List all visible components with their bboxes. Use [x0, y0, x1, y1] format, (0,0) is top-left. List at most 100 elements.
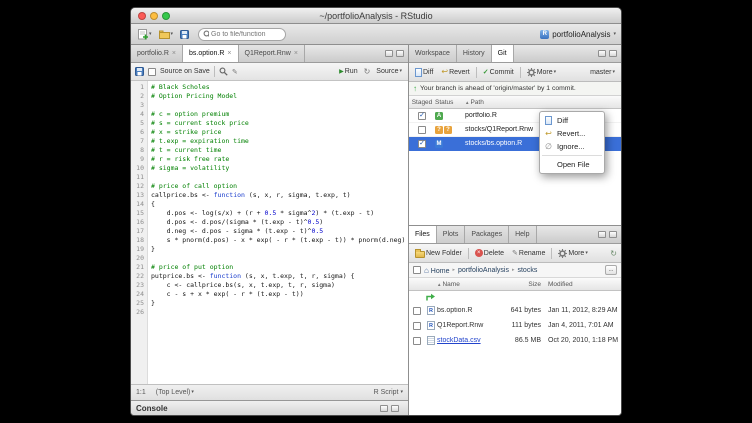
minimize-pane-icon[interactable]: [598, 50, 606, 57]
file-name[interactable]: stockData.csv: [437, 337, 497, 344]
code-editor[interactable]: 1234567891011121314151617181920212223242…: [131, 81, 408, 384]
close-window-button[interactable]: [138, 12, 146, 20]
status-column-header[interactable]: Status: [435, 99, 465, 106]
menu-item-diff[interactable]: Diff: [540, 114, 604, 127]
name-column-header[interactable]: ▲ Name: [437, 281, 497, 288]
chevron-down-icon: ▾: [191, 390, 194, 395]
tab-packages[interactable]: Packages: [465, 226, 509, 243]
breadcrumb-more-button[interactable]: ...: [605, 265, 617, 275]
file-row-stockdata-csv[interactable]: stockData.csv86.5 MBOct 20, 2010, 1:18 P…: [409, 333, 621, 348]
find-replace-icon[interactable]: [219, 67, 228, 76]
file-icon-cell: [425, 336, 437, 345]
file-name[interactable]: bs.option.R: [437, 307, 497, 314]
revert-button[interactable]: ↩ Revert: [439, 65, 471, 80]
file-checkbox-cell: [409, 322, 425, 330]
modified-column-header[interactable]: Modified: [543, 281, 621, 288]
rename-label: Rename: [519, 250, 545, 257]
line-number: 20: [131, 254, 144, 263]
files-list: Rbs.option.R641 bytesJan 11, 2012, 8:29 …: [409, 291, 621, 415]
close-icon[interactable]: ×: [172, 50, 176, 57]
breadcrumb-stocks[interactable]: stocks: [517, 267, 537, 274]
save-button[interactable]: [178, 27, 191, 42]
size-column-header[interactable]: Size: [497, 281, 543, 288]
tab-help[interactable]: Help: [509, 226, 536, 243]
run-button[interactable]: ▶ Run: [337, 64, 359, 79]
close-icon[interactable]: ×: [294, 50, 298, 57]
r-file-icon: R: [427, 306, 435, 315]
tab-files[interactable]: Files: [409, 226, 437, 243]
parent-directory-row[interactable]: [409, 291, 621, 303]
menu-item-ignore[interactable]: ∅Ignore...: [540, 140, 604, 153]
open-file-button[interactable]: ▾: [157, 27, 176, 42]
staged-column-header[interactable]: Staged: [409, 99, 435, 106]
save-icon[interactable]: [135, 67, 144, 76]
goto-file-box[interactable]: [198, 28, 286, 41]
line-number: 13: [131, 191, 144, 200]
goto-file-input[interactable]: [211, 31, 281, 38]
staged-checkbox[interactable]: [418, 112, 426, 120]
zoom-window-button[interactable]: [162, 12, 170, 20]
tab-label: Plots: [443, 231, 459, 238]
menu-item-open-file[interactable]: Open File: [540, 158, 604, 171]
r-file-icon: R: [427, 321, 435, 330]
editor-tab-q1report-rnw[interactable]: Q1Report.Rnw×: [239, 45, 305, 62]
breadcrumb-home[interactable]: ⌂ Home: [424, 266, 449, 275]
minimize-pane-icon[interactable]: [380, 405, 388, 412]
close-icon[interactable]: ×: [227, 50, 231, 57]
window-titlebar[interactable]: ~/portfolioAnalysis - RStudio: [131, 8, 621, 24]
maximize-pane-icon[interactable]: [396, 50, 404, 57]
status-cell: ??: [435, 126, 465, 134]
rename-button[interactable]: ✎ Rename: [510, 246, 547, 261]
rerun-icon[interactable]: ↻: [364, 67, 371, 76]
editor-toolbar: Source on Save ✎ ▶ Run ↻ Source ▾: [131, 63, 408, 81]
maximize-pane-icon[interactable]: [609, 231, 617, 238]
diff-button[interactable]: Diff: [413, 65, 435, 80]
editor-tab-portfolio-r[interactable]: portfolio.R×: [131, 45, 183, 62]
source-on-save-checkbox[interactable]: [148, 68, 156, 76]
minimize-window-button[interactable]: [150, 12, 158, 20]
tab-git[interactable]: Git: [492, 45, 514, 62]
minimize-pane-icon[interactable]: [598, 231, 606, 238]
source-button[interactable]: Source ▾: [374, 64, 404, 79]
code-content[interactable]: # Black Scholes# Option Pricing Model# c…: [148, 81, 408, 384]
commit-button[interactable]: ✓ Commit: [481, 65, 516, 80]
menu-item-revert[interactable]: ↩Revert...: [540, 127, 604, 140]
open-folder-icon: [159, 30, 170, 39]
select-all-checkbox[interactable]: [413, 266, 421, 274]
file-checkbox[interactable]: [413, 322, 421, 330]
branch-selector[interactable]: master ▾: [588, 65, 617, 80]
tab-plots[interactable]: Plots: [437, 226, 466, 243]
editor-tab-bs-option-r[interactable]: bs.option.R×: [183, 45, 239, 62]
staged-checkbox[interactable]: [418, 140, 426, 148]
tab-history[interactable]: History: [457, 45, 492, 62]
delete-button[interactable]: × Delete: [473, 246, 506, 261]
pane-controls: [594, 45, 621, 62]
rstudio-window: ~/portfolioAnalysis - RStudio ▾ ▾ R port…: [130, 7, 622, 416]
tab-workspace[interactable]: Workspace: [409, 45, 457, 62]
new-file-button[interactable]: ▾: [136, 27, 154, 42]
path-column-header[interactable]: ▲ Path: [465, 99, 621, 106]
refresh-icon[interactable]: ↻: [610, 249, 617, 258]
source-on-save-label: Source on Save: [160, 68, 210, 75]
project-selector[interactable]: R portfolioAnalysis ▾: [540, 30, 616, 39]
more-button[interactable]: More ▾: [525, 65, 558, 80]
new-folder-button[interactable]: New Folder: [413, 246, 464, 261]
file-checkbox[interactable]: [413, 307, 421, 315]
file-type-selector[interactable]: R Script ▾: [374, 389, 403, 396]
file-row-q1report-rnw[interactable]: RQ1Report.Rnw111 bytesJan 4, 2011, 7:01 …: [409, 318, 621, 333]
scope-selector[interactable]: (Top Level) ▾: [154, 385, 196, 400]
minimize-pane-icon[interactable]: [385, 50, 393, 57]
toolbar-separator: [476, 67, 477, 78]
file-row-bs-option-r[interactable]: Rbs.option.R641 bytesJan 11, 2012, 8:29 …: [409, 303, 621, 318]
git-status-info: ↑ Your branch is ahead of 'origin/master…: [409, 82, 621, 96]
file-checkbox[interactable]: [413, 337, 421, 345]
up-directory-icon[interactable]: [425, 293, 437, 301]
maximize-pane-icon[interactable]: [391, 405, 399, 412]
maximize-pane-icon[interactable]: [609, 50, 617, 57]
staged-checkbox[interactable]: [418, 126, 426, 134]
file-name[interactable]: Q1Report.Rnw: [437, 322, 497, 329]
files-more-button[interactable]: More ▾: [556, 246, 589, 261]
code-tools-icon[interactable]: ✎: [232, 68, 238, 76]
console-pane-header[interactable]: Console: [131, 400, 408, 415]
breadcrumb-portfolioanalysis[interactable]: portfolioAnalysis: [458, 267, 509, 274]
